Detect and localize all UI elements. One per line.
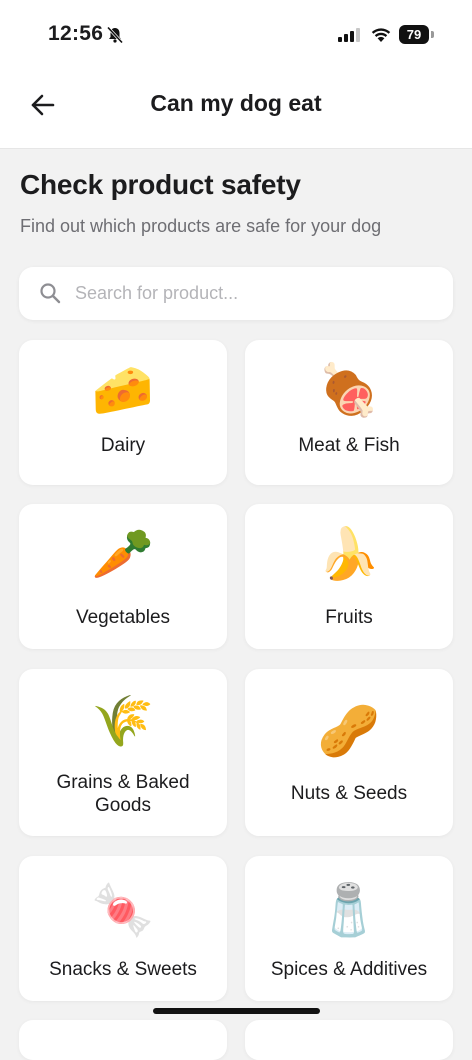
category-label: Snacks & Sweets xyxy=(49,959,197,980)
category-card-spices-additives[interactable]: 🧂 Spices & Additives xyxy=(245,856,453,1001)
category-label: Fruits xyxy=(325,607,373,628)
home-indicator xyxy=(153,1008,320,1014)
category-card-meat-fish[interactable]: 🍖 Meat & Fish xyxy=(245,340,453,485)
navigation-bar: Can my dog eat xyxy=(0,70,472,140)
battery-cap xyxy=(431,31,434,38)
salt-icon: 🧂 xyxy=(317,882,381,938)
category-card-dairy[interactable]: 🧀 Dairy xyxy=(19,340,227,485)
category-card-partial[interactable] xyxy=(245,1020,453,1060)
candy-icon: 🍬 xyxy=(91,882,155,938)
category-label: Grains & Baked Goods xyxy=(56,772,190,816)
page-subtitle: Find out which products are safe for you… xyxy=(20,216,382,236)
carrot-icon: 🥕 xyxy=(91,526,155,582)
category-card-partial[interactable] xyxy=(19,1020,227,1060)
battery-indicator: 79 xyxy=(399,25,435,44)
category-card-snacks-sweets[interactable]: 🍬 Snacks & Sweets xyxy=(19,856,227,1001)
category-card-nuts-seeds[interactable]: 🥜 Nuts & Seeds xyxy=(245,669,453,836)
category-label: Vegetables xyxy=(75,607,171,628)
status-time: 12:56 xyxy=(48,22,104,45)
category-label: Meat & Fish xyxy=(298,435,400,456)
bell-off-icon xyxy=(106,26,124,44)
category-card-fruits[interactable]: 🍌 Fruits xyxy=(245,504,453,649)
grain-icon: 🌾 xyxy=(91,693,155,749)
category-card-grains-baked-goods[interactable]: 🌾 Grains & Baked Goods xyxy=(19,669,227,836)
category-label: Nuts & Seeds xyxy=(290,783,408,804)
category-label: Spices & Additives xyxy=(270,959,428,980)
wifi-icon xyxy=(371,28,391,42)
page-title: Check product safety xyxy=(20,169,301,200)
search-box[interactable] xyxy=(19,267,453,320)
nav-title: Can my dog eat xyxy=(150,90,322,116)
search-input[interactable] xyxy=(75,267,435,320)
cheese-icon: 🧀 xyxy=(91,362,155,418)
category-card-vegetables[interactable]: 🥕 Vegetables xyxy=(19,504,227,649)
banana-icon: 🍌 xyxy=(317,526,381,582)
search-icon xyxy=(40,283,61,304)
top-area: 12:56 79 Can my dog eat xyxy=(0,0,472,149)
status-bar: 12:56 79 xyxy=(0,0,472,70)
category-label: Dairy xyxy=(100,435,146,456)
meat-icon: 🍖 xyxy=(317,362,381,418)
cellular-signal-icon xyxy=(338,28,360,42)
peanut-icon: 🥜 xyxy=(317,703,381,759)
battery-level: 79 xyxy=(399,25,429,44)
